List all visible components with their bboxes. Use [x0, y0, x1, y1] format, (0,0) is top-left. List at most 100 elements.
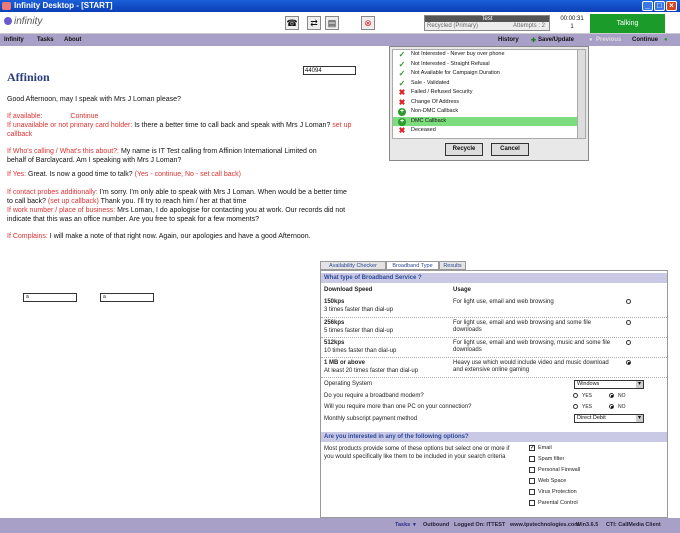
menu-infinity[interactable]: Infinity	[4, 37, 24, 43]
modem-yes-label: YES	[582, 393, 593, 399]
notes-icon[interactable]: ▤	[325, 16, 339, 30]
divider	[321, 317, 667, 318]
save-icon: ✚	[531, 38, 537, 44]
speed-512: 512kps	[324, 340, 345, 346]
cross-icon: ✖	[398, 88, 406, 97]
os-label: Operating System	[324, 381, 373, 387]
transfer-icon[interactable]: ⇄	[307, 16, 321, 30]
status-logged-on: Logged On: ITTEST	[454, 522, 506, 528]
virus-protection-checkbox[interactable]	[529, 489, 535, 495]
script-contact: If contact probes additionally: I'm sorr…	[7, 189, 347, 205]
script-complains: If Complains: I will make a note of that…	[7, 233, 311, 240]
speed-256-desc: 5 times faster than dial-up	[324, 328, 394, 334]
recycle-button[interactable]: Recycle	[445, 143, 483, 156]
minimize-button[interactable]: _	[642, 1, 653, 11]
title-bar: Infinity Desktop - [START] _ □ ×	[0, 0, 680, 12]
email-checkbox[interactable]: ✓	[529, 445, 535, 451]
menu-tasks[interactable]: Tasks	[37, 37, 54, 43]
personal-firewall-checkbox[interactable]	[529, 467, 535, 473]
virus-protection-label: Virus Protection	[538, 489, 577, 495]
web-space-checkbox[interactable]	[529, 478, 535, 484]
col-usage: Usage	[453, 287, 472, 293]
close-button[interactable]: ×	[666, 1, 677, 11]
speed-512-radio[interactable]	[626, 340, 631, 345]
continue-link[interactable]: Continue	[70, 113, 98, 120]
disposition-list[interactable]: ✓ Not Interested - Never buy over phone ✓…	[392, 49, 578, 139]
disposition-item[interactable]: ✖ Failed / Refused Security	[393, 88, 577, 98]
tab-results[interactable]: Results	[439, 261, 466, 270]
script-available: If available: Continue	[7, 113, 99, 120]
options-desc: Most products provide some of these opti…	[324, 446, 510, 460]
personal-firewall-label: Personal Firewall	[538, 467, 581, 473]
multi-pc-no-radio[interactable]	[609, 404, 614, 409]
speed-512-desc: 10 times faster than dial-up	[324, 348, 397, 354]
campaign-name: Test	[425, 16, 549, 22]
multi-pc-yes-radio[interactable]	[573, 404, 578, 409]
modem-yes-radio[interactable]	[573, 393, 578, 398]
menu-save-update[interactable]: Save/Update	[538, 37, 574, 43]
text-input-2[interactable]: a	[100, 293, 154, 302]
divider	[321, 337, 667, 338]
disposition-item-selected[interactable]: + DMC Callback	[393, 116, 577, 126]
script-unavailable: If unavailable or not primary card holde…	[7, 122, 352, 138]
status-site: www.tpstechnologies.com	[510, 522, 580, 528]
speed-1mb-desc: At least 20 times faster than dial-up	[324, 368, 419, 374]
hangup-icon[interactable]: ☎	[285, 16, 299, 30]
disposition-item[interactable]: ✓ Not Interested - Straight Refusal	[393, 60, 577, 70]
multi-pc-no-label: NO	[618, 404, 626, 410]
check-icon: ✓	[398, 78, 406, 88]
disposition-item[interactable]: ✓ Not Interested - Never buy over phone	[393, 50, 577, 60]
col-download-speed: Download Speed	[324, 287, 373, 293]
maximize-button[interactable]: □	[654, 1, 665, 11]
speed-256-radio[interactable]	[626, 320, 631, 325]
disposition-item[interactable]: ✖ Change Of Address	[393, 98, 577, 108]
check-icon: ✓	[398, 59, 406, 69]
timer-count: 1	[570, 24, 574, 30]
menu-about[interactable]: About	[64, 37, 81, 43]
plus-icon: +	[398, 108, 406, 116]
os-select[interactable]: Windows	[574, 380, 644, 389]
call-timer: 00:00:31 1	[555, 15, 589, 31]
affinion-logo: Affinion	[7, 70, 50, 84]
usage-256: For light use, email and web browsing an…	[453, 320, 592, 333]
cross-icon: ✖	[398, 126, 406, 135]
usage-150: For light use, email and web browsing	[453, 299, 554, 305]
disposition-item[interactable]: ✓ Not Available for Campaign Duration	[393, 69, 577, 79]
check-icon: ✓	[398, 69, 406, 78]
parental-control-checkbox[interactable]	[529, 500, 535, 506]
web-space-label: Web Space	[538, 478, 567, 484]
disposition-scrollbar[interactable]	[577, 49, 586, 139]
usage-512: For light use, email and web browsing, m…	[453, 340, 611, 353]
disposition-item[interactable]: + Non-DMC Callback	[393, 107, 577, 117]
status-tasks[interactable]: Tasks	[395, 522, 410, 528]
menu-continue[interactable]: Continue	[632, 37, 658, 43]
menu-history[interactable]: History	[498, 37, 519, 43]
yes-options[interactable]: (Yes - continue, No - set call back)	[135, 171, 241, 178]
script-who: If Who's calling / What's this about?: M…	[7, 148, 317, 164]
menu-previous[interactable]: Previous	[596, 37, 621, 43]
disposition-item[interactable]: ✖ Deceased	[393, 126, 577, 136]
speed-150-radio[interactable]	[626, 299, 631, 304]
reference-field[interactable]: 44094	[303, 66, 356, 75]
greeting-text: Good Afternoon, may I speak with Mrs J L…	[7, 96, 181, 103]
tab-availability-checker[interactable]: Availability Checker	[320, 261, 386, 270]
speed-1mb-radio[interactable]	[626, 360, 631, 365]
app-logo: infinity	[4, 16, 42, 27]
divider	[321, 377, 667, 378]
multi-pc-yes-label: YES	[582, 404, 593, 410]
window-title: Infinity Desktop - [START]	[14, 1, 113, 10]
cross-icon: ✖	[398, 97, 406, 107]
text-input-1[interactable]: a	[23, 293, 77, 302]
spam-filter-checkbox[interactable]	[529, 456, 535, 462]
tasks-dropdown-icon[interactable]: ▾	[413, 522, 416, 528]
stop-icon[interactable]: ⊗	[361, 16, 375, 30]
tab-broadband-type[interactable]: Broadband Type	[386, 261, 439, 270]
script-yes: If Yes: Great. Is now a good time to tal…	[7, 171, 241, 178]
multi-pc-label: Will you require more than one PC on you…	[324, 404, 472, 410]
modem-no-radio[interactable]	[609, 393, 614, 398]
script-work: If work number / place of business: Mrs …	[7, 207, 346, 223]
cancel-button[interactable]: Cancel	[491, 143, 529, 156]
disposition-item[interactable]: ✓ Sale - Validated	[393, 79, 577, 89]
payment-select[interactable]: Direct Debit	[574, 414, 644, 423]
contact-callback-link[interactable]: (set up callback)	[48, 198, 99, 205]
